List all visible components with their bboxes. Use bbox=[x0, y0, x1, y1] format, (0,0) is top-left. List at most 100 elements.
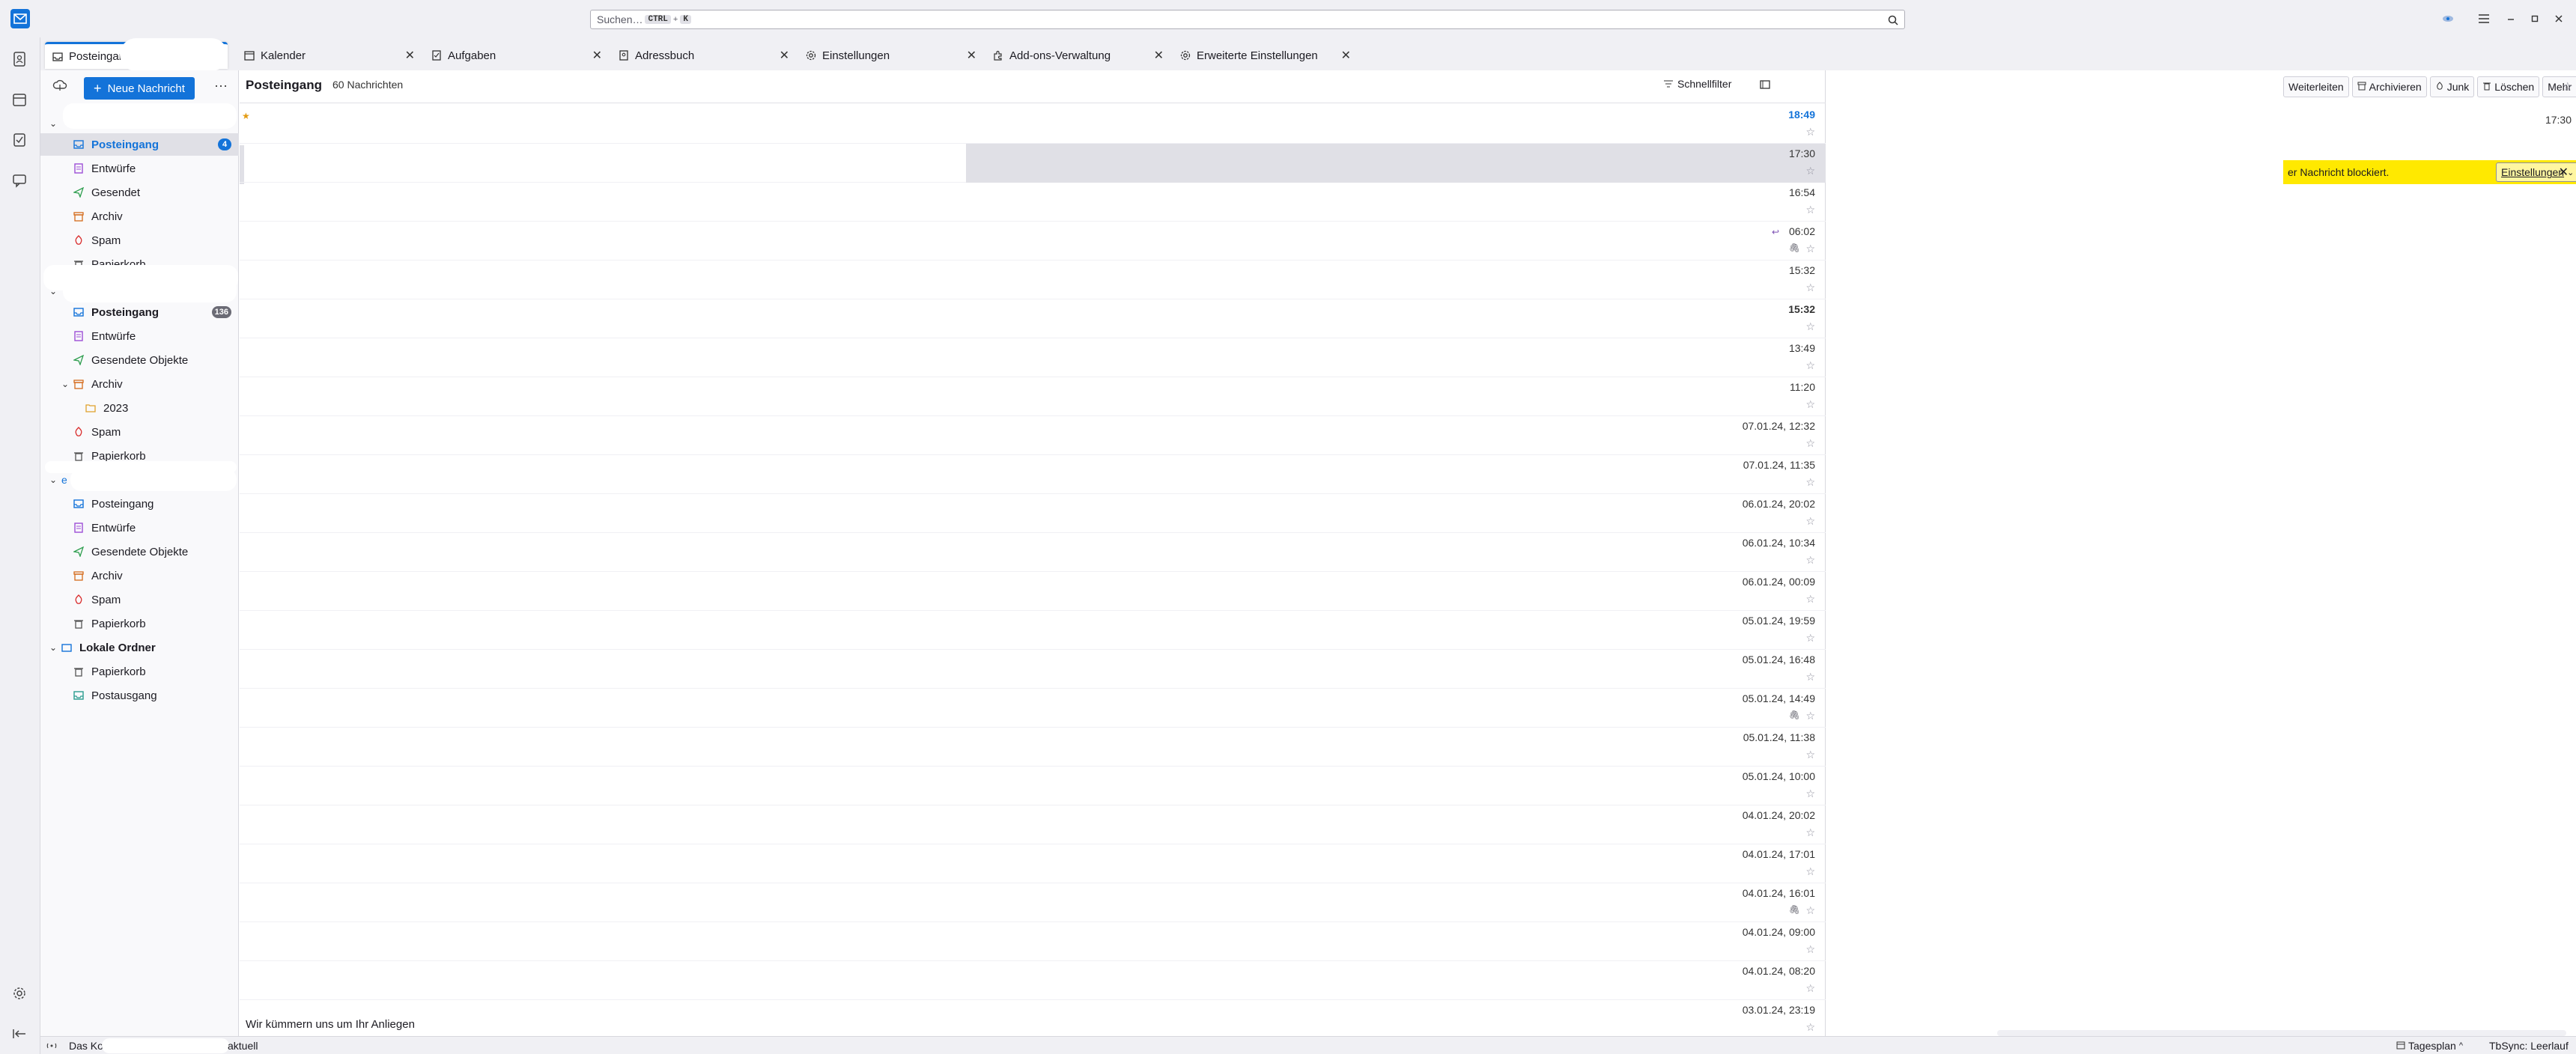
app-menu-icon[interactable] bbox=[2476, 10, 2492, 27]
message-row[interactable]: 07.01.24, 11:35 ☆ bbox=[240, 455, 1826, 494]
local-folders-header[interactable]: ⌄ Lokale Ordner bbox=[40, 636, 239, 659]
message-row[interactable]: 06.01.24, 00:09 ☆ bbox=[240, 572, 1826, 611]
star-icon[interactable]: ☆ bbox=[1805, 671, 1815, 683]
star-icon[interactable]: ☆ bbox=[1805, 359, 1815, 372]
tab-kalender[interactable]: Kalender ✕ bbox=[237, 45, 415, 66]
message-row[interactable]: 04.01.24, 08:20 ☆ bbox=[240, 961, 1826, 1000]
collapse-spaces-icon[interactable] bbox=[10, 1024, 29, 1044]
folder-entwuerfe[interactable]: Entwürfe bbox=[40, 325, 239, 347]
folder-spam[interactable]: Spam bbox=[40, 229, 239, 252]
maximize-icon[interactable] bbox=[2527, 10, 2543, 27]
star-icon[interactable]: ☆ bbox=[1805, 943, 1815, 956]
star-icon[interactable]: ☆ bbox=[1805, 515, 1815, 528]
star-icon[interactable]: ☆ bbox=[1805, 437, 1815, 450]
close-window-icon[interactable] bbox=[2551, 10, 2567, 27]
star-icon[interactable]: ☆ bbox=[1805, 1021, 1815, 1034]
star-icon[interactable]: ☆ bbox=[1805, 865, 1815, 878]
close-tab-icon[interactable]: ✕ bbox=[780, 48, 789, 63]
tab-addons[interactable]: Add-ons-Verwaltung ✕ bbox=[985, 45, 1164, 66]
settings-gear-icon[interactable] bbox=[10, 984, 29, 1003]
today-pane-button[interactable]: Tagesplan ^ bbox=[2396, 1040, 2463, 1052]
folder-papierkorb[interactable]: Papierkorb bbox=[40, 612, 239, 635]
message-row[interactable]: 03.01.24, 23:19 ☆ bbox=[240, 1000, 1826, 1039]
minimize-icon[interactable] bbox=[2503, 10, 2519, 27]
message-row[interactable]: 05.01.24, 10:00 ☆ bbox=[240, 767, 1826, 805]
message-row[interactable]: 15:32 ☆ bbox=[240, 261, 1826, 299]
message-row[interactable]: 06.01.24, 20:02 ☆ bbox=[240, 494, 1826, 533]
junk-button[interactable]: Junk bbox=[2429, 76, 2475, 97]
folder-gesendete-objekte[interactable]: Gesendete Objekte bbox=[40, 540, 239, 563]
close-tab-icon[interactable]: ✕ bbox=[592, 48, 602, 63]
close-tab-icon[interactable]: ✕ bbox=[405, 48, 415, 63]
tab-adressbuch[interactable]: Adressbuch ✕ bbox=[611, 45, 789, 66]
message-row[interactable]: 06:02 ☆ ↩ 🖇 bbox=[240, 222, 1826, 261]
message-row[interactable]: 04.01.24, 20:02 ☆ bbox=[240, 805, 1826, 844]
star-icon[interactable]: ☆ bbox=[1805, 320, 1815, 333]
message-row[interactable]: 04.01.24, 16:01 ☆ 🖇 bbox=[240, 883, 1826, 922]
folder-spam[interactable]: Spam bbox=[40, 421, 239, 443]
star-icon[interactable]: ☆ bbox=[1805, 398, 1815, 411]
close-icon[interactable]: ✕ bbox=[2559, 165, 2569, 180]
quick-filter-button[interactable]: Schnellfilter bbox=[1664, 78, 1731, 90]
message-row[interactable]: 15:32 ☆ bbox=[240, 299, 1826, 338]
global-search-input[interactable]: Suchen… CTRL + K bbox=[590, 10, 1905, 29]
tab-einstellungen[interactable]: Einstellungen ✕ bbox=[798, 45, 976, 66]
folder-posteingang[interactable]: Posteingang 136 bbox=[40, 301, 239, 323]
chevron-down-icon[interactable]: ⌄ bbox=[49, 118, 57, 129]
message-row[interactable]: 04.01.24, 09:00 ☆ bbox=[240, 922, 1826, 961]
message-row[interactable]: 17:30 ☆ bbox=[240, 144, 1826, 183]
thunderbird-logo[interactable] bbox=[10, 9, 30, 28]
folder-2023[interactable]: 2023 bbox=[40, 397, 239, 419]
star-icon[interactable]: ☆ bbox=[1805, 904, 1815, 917]
tab-erweiterte-einstellungen[interactable]: Erweiterte Einstellungen ✕ bbox=[1173, 45, 1351, 66]
close-tab-icon[interactable]: ✕ bbox=[1154, 48, 1164, 63]
star-icon[interactable]: ☆ bbox=[1805, 165, 1815, 177]
folder-posteingang[interactable]: Posteingang 4 bbox=[40, 133, 239, 156]
folder-archiv[interactable]: Archiv bbox=[40, 564, 239, 587]
horizontal-scrollbar[interactable] bbox=[1997, 1030, 2566, 1036]
new-message-button[interactable]: + Neue Nachricht bbox=[84, 77, 195, 100]
folder-entwuerfe[interactable]: Entwürfe bbox=[40, 157, 239, 180]
folder-postausgang[interactable]: Postausgang bbox=[40, 684, 239, 707]
tab-aufgaben[interactable]: Aufgaben ✕ bbox=[424, 45, 602, 66]
folder-papierkorb[interactable]: Papierkorb bbox=[40, 660, 239, 683]
message-row[interactable]: 07.01.24, 12:32 ☆ bbox=[240, 416, 1826, 455]
online-status-icon[interactable] bbox=[46, 1041, 57, 1053]
message-row[interactable]: 05.01.24, 19:59 ☆ bbox=[240, 611, 1826, 650]
message-row[interactable]: 13:49 ☆ bbox=[240, 338, 1826, 377]
account-status-icon[interactable] bbox=[2440, 10, 2456, 27]
message-row[interactable]: 11:20 ☆ bbox=[240, 377, 1826, 416]
star-icon[interactable]: ☆ bbox=[1805, 788, 1815, 800]
star-icon[interactable]: ☆ bbox=[1805, 632, 1815, 645]
folder-archiv[interactable]: ⌄ Archiv bbox=[40, 373, 239, 395]
archive-button[interactable]: Archivieren bbox=[2351, 76, 2427, 97]
folder-gesendet[interactable]: Gesendet bbox=[40, 181, 239, 204]
star-icon[interactable]: ☆ bbox=[1805, 476, 1815, 489]
message-row[interactable]: 04.01.24, 17:01 ☆ bbox=[240, 844, 1826, 883]
star-icon[interactable]: ☆ bbox=[2563, 79, 2573, 94]
message-row[interactable]: 05.01.24, 11:38 ☆ bbox=[240, 728, 1826, 767]
account-3-header[interactable]: ⌄ e bbox=[40, 461, 239, 491]
chevron-down-icon[interactable]: ⌄ bbox=[49, 286, 57, 296]
folder-gesendete-objekte[interactable]: Gesendete Objekte bbox=[40, 349, 239, 371]
tab-posteingang[interactable]: Posteingang bbox=[45, 38, 228, 71]
forward-button[interactable]: Weiterleiten bbox=[2283, 76, 2349, 97]
folder-spam[interactable]: Spam bbox=[40, 588, 239, 611]
star-icon[interactable]: ☆ bbox=[1805, 204, 1815, 216]
folder-archiv[interactable]: Archiv bbox=[40, 205, 239, 228]
star-icon[interactable]: ☆ bbox=[1805, 593, 1815, 606]
delete-button[interactable]: Löschen bbox=[2477, 76, 2540, 97]
more-options-icon[interactable]: ··· bbox=[214, 78, 228, 94]
star-icon[interactable]: ☆ bbox=[1805, 243, 1815, 255]
display-options-icon[interactable] bbox=[1760, 79, 1770, 92]
message-row[interactable]: 05.01.24, 16:48 ☆ bbox=[240, 650, 1826, 689]
close-tab-icon[interactable]: ✕ bbox=[967, 48, 976, 63]
folder-entwuerfe[interactable]: Entwürfe bbox=[40, 517, 239, 539]
star-icon[interactable]: ☆ bbox=[1805, 281, 1815, 294]
search-icon[interactable] bbox=[1888, 15, 1898, 28]
star-icon[interactable]: ☆ bbox=[1805, 826, 1815, 839]
chevron-down-icon[interactable]: ⌄ bbox=[61, 379, 69, 389]
chat-space-icon[interactable] bbox=[10, 171, 29, 190]
get-messages-icon[interactable] bbox=[52, 79, 67, 94]
close-tab-icon[interactable]: ✕ bbox=[1341, 48, 1351, 63]
